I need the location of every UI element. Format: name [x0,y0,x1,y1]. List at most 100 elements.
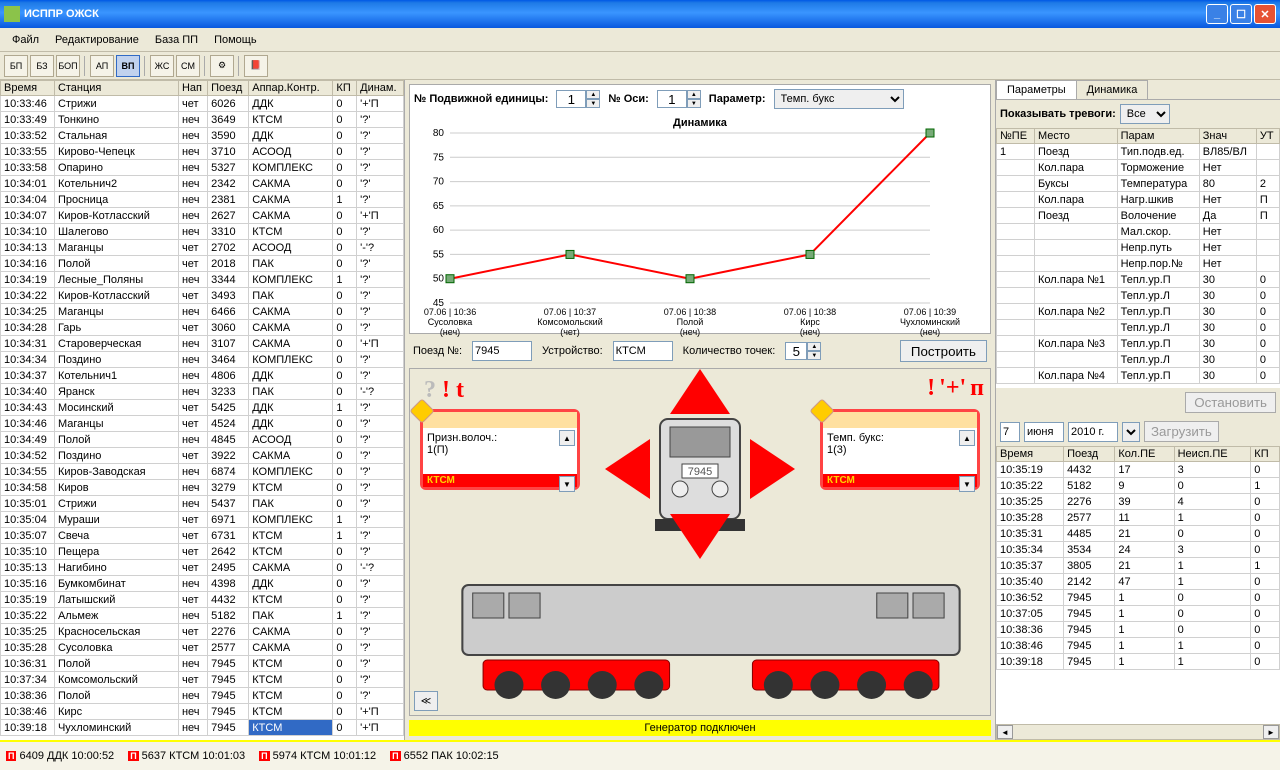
unit-spinner[interactable]: ▲▼ [556,90,600,108]
table-row[interactable]: 10:37:057945100 [997,606,1280,622]
table-row[interactable]: Мал.скор.Нет [997,224,1280,240]
table-row[interactable]: 10:34:19Лесные_Полянынеч3344КОМПЛЕКС1'?' [1,272,404,288]
table-row[interactable]: 10:33:52Стальнаянеч3590ДДК0'?' [1,128,404,144]
status-item[interactable]: 5974 КТСМ 10:01:12 [259,750,376,762]
toolbar-help[interactable]: 📕 [244,55,268,77]
table-row[interactable]: 10:34:49Полойнеч4845АСООД0'?' [1,432,404,448]
table-row[interactable]: 10:34:40Яранскнеч3233ПАК0'-'? [1,384,404,400]
table-row[interactable]: Кол.пара №2Тепл.ур.П300 [997,304,1280,320]
table-row[interactable]: 10:34:58Кировнеч3279КТСМ0'?' [1,480,404,496]
table-row[interactable]: 10:35:10Пещерачет2642КТСМ0'?' [1,544,404,560]
table-row[interactable]: 10:38:367945100 [997,622,1280,638]
table-row[interactable]: 10:35:3738052111 [997,558,1280,574]
axis-spinner[interactable]: ▲▼ [657,90,701,108]
table-row[interactable]: 10:34:01Котельнич2неч2342САКМА0'?' [1,176,404,192]
table-row[interactable]: 10:35:28Сусоловкачет2577САКМА0'?' [1,640,404,656]
date-year[interactable] [1068,422,1118,442]
maximize-button[interactable]: ☐ [1230,4,1252,24]
table-row[interactable]: 10:38:46Кирснеч7945КТСМ0'+'П [1,704,404,720]
table-row[interactable]: 10:39:18Чухломинскийнеч7945КТСМ0'+'П [1,720,404,736]
toolbar-bz[interactable]: БЗ [30,55,54,77]
table-row[interactable]: Непр.путьНет [997,240,1280,256]
toolbar-bp[interactable]: БП [4,55,28,77]
menu-database[interactable]: База ПП [149,32,204,48]
arrow-left[interactable] [605,439,650,499]
arrow-down[interactable] [670,514,730,559]
table-row[interactable]: 10:34:16Полойчет2018ПАК0'?' [1,256,404,272]
table-row[interactable]: 10:35:25Красносельскаячет2276САКМА0'?' [1,624,404,640]
parameters-table[interactable]: №ПЕМестоПарамЗначУТ 1ПоездТип.подв.ед.ВЛ… [996,128,1280,384]
table-row[interactable]: 10:34:13Маганцычет2702АСООД0'-'? [1,240,404,256]
table-row[interactable]: БуксыТемпература802 [997,176,1280,192]
table-row[interactable]: 10:38:36Полойнеч7945КТСМ0'?' [1,688,404,704]
table-row[interactable]: 10:35:13Нагибиночет2495САКМА0'-'? [1,560,404,576]
menu-file[interactable]: Файл [6,32,45,48]
table-row[interactable]: 10:33:55Кирово-Чепецкнеч3710АСООД0'?' [1,144,404,160]
menu-edit[interactable]: Редактирование [49,32,145,48]
table-row[interactable]: 10:34:52Поздиночет3922САКМА0'?' [1,448,404,464]
param-select[interactable]: Темп. букс [774,89,904,109]
table-row[interactable]: 10:34:10Шалеговонеч3310КТСМ0'?' [1,224,404,240]
table-row[interactable]: 10:33:49Тонкинонеч3649КТСМ0'?' [1,112,404,128]
tab-dynamics[interactable]: Динамика [1076,80,1149,99]
table-row[interactable]: 10:39:187945110 [997,654,1280,670]
alarm-filter-select[interactable]: Все [1120,104,1170,124]
table-row[interactable]: 10:34:55Киров-Заводскаянеч6874КОМПЛЕКС0'… [1,464,404,480]
table-row[interactable]: 10:36:31Полойнеч7945КТСМ0'?' [1,656,404,672]
table-row[interactable]: 10:33:58Опаринонеч5327КОМПЛЕКС0'?' [1,160,404,176]
table-row[interactable]: 10:37:34Комсомольскийчет7945КТСМ0'?' [1,672,404,688]
close-button[interactable]: ✕ [1254,4,1276,24]
table-row[interactable]: 10:34:28Гарьчет3060САКМА0'?' [1,320,404,336]
table-row[interactable]: 10:35:2825771110 [997,510,1280,526]
table-row[interactable]: 10:35:1944321730 [997,462,1280,478]
table-row[interactable]: Кол.пара №4Тепл.ур.П300 [997,368,1280,384]
table-row[interactable]: 10:36:527945100 [997,590,1280,606]
load-button[interactable]: Загрузить [1144,421,1219,442]
table-row[interactable]: 10:34:04Просницанеч2381САКМА1'?' [1,192,404,208]
table-row[interactable]: 10:35:225182901 [997,478,1280,494]
table-row[interactable]: Кол.пара №1Тепл.ур.П300 [997,272,1280,288]
toolbar-vp[interactable]: ВП [116,55,140,77]
table-row[interactable]: 10:34:22Киров-Котласскийчет3493ПАК0'?' [1,288,404,304]
table-row[interactable]: Кол.пара №3Тепл.ур.П300 [997,336,1280,352]
table-row[interactable]: 10:33:46Стрижичет6026ДДК0'+'П [1,96,404,112]
date-month[interactable] [1024,422,1064,442]
build-button[interactable]: Построить [900,340,987,362]
table-row[interactable]: 10:34:07Киров-Котласскийнеч2627САКМА0'+'… [1,208,404,224]
table-row[interactable]: 10:35:4021424710 [997,574,1280,590]
table-row[interactable]: 10:35:16Бумкомбинатнеч4398ДДК0'?' [1,576,404,592]
table-row[interactable]: 10:34:31Староверческаянеч3107САКМА0'+'П [1,336,404,352]
table-row[interactable]: Кол.параТорможениеНет [997,160,1280,176]
nav-back-button[interactable]: ≪ [414,691,438,711]
table-row[interactable]: 10:34:34Поздинонеч3464КОМПЛЕКС0'?' [1,352,404,368]
table-row[interactable]: 10:38:467945110 [997,638,1280,654]
toolbar-settings[interactable]: ⚙ [210,55,234,77]
tab-parameters[interactable]: Параметры [996,80,1077,99]
toolbar-ap[interactable]: АП [90,55,114,77]
table-row[interactable]: 10:35:3144852100 [997,526,1280,542]
arrow-right[interactable] [750,439,795,499]
toolbar-bop[interactable]: БОП [56,55,80,77]
trains-table[interactable]: ВремяПоездКол.ПЕНеисп.ПЕКП 10:35:1944321… [996,446,1280,670]
warning-box-left[interactable]: Призн.волоч.:1(П) ▲▼ КТСМ [420,409,580,490]
table-row[interactable]: ПоездВолочениеДаП [997,208,1280,224]
toolbar-sm[interactable]: СМ [176,55,200,77]
device-input[interactable] [613,341,673,361]
table-row[interactable]: Тепл.ур.Л300 [997,352,1280,368]
status-item[interactable]: 6552 ПАК 10:02:15 [390,750,499,762]
table-row[interactable]: 10:34:37Котельнич1неч4806ДДК0'?' [1,368,404,384]
horizontal-scrollbar[interactable]: ◄► [996,724,1280,740]
status-item[interactable]: 5637 КТСМ 10:01:03 [128,750,245,762]
table-row[interactable]: Тепл.ур.Л300 [997,320,1280,336]
train-input[interactable] [472,341,532,361]
status-item[interactable]: 6409 ДДК 10:00:52 [6,750,114,762]
table-row[interactable]: Кол.параНагр.шкивНетП [997,192,1280,208]
table-row[interactable]: 10:35:19Латышскийчет4432КТСМ0'?' [1,592,404,608]
date-dropdown[interactable] [1122,422,1140,442]
table-row[interactable]: 10:34:43Мосинскийчет5425ДДК1'?' [1,400,404,416]
menu-help[interactable]: Помощь [208,32,263,48]
points-spinner[interactable]: ▲▼ [785,342,821,360]
table-row[interactable]: 10:35:22Альмежнеч5182ПАК1'?' [1,608,404,624]
toolbar-zhs[interactable]: ЖС [150,55,174,77]
table-row[interactable]: 10:35:04Мурашичет6971КОМПЛЕКС1'?' [1,512,404,528]
